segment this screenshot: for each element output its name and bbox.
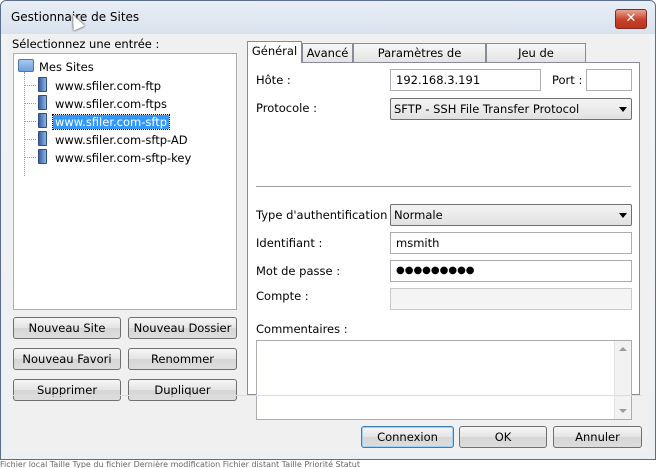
host-input[interactable]: 192.168.3.191	[390, 69, 541, 91]
tree-item-sfiler-ftps[interactable]: www.sfiler.com-ftps	[38, 95, 169, 111]
tree-item-sfiler-ftp[interactable]: www.sfiler.com-ftp	[38, 77, 163, 93]
site-manager-window: Gestionnaire de Sites ✕ Sélectionnez une…	[0, 0, 656, 460]
server-icon	[38, 95, 47, 110]
background-column-headers: Fichier local Taille Type du fichier Der…	[0, 460, 658, 468]
user-input[interactable]: msmith	[390, 232, 632, 254]
site-tree[interactable]: Mes Sites www.sfiler.com-ftp www.sfiler.…	[13, 53, 237, 310]
chevron-down-icon	[619, 107, 627, 112]
cancel-button[interactable]: Annuler	[553, 426, 642, 448]
tree-item-label: www.sfiler.com-sftp-key	[55, 151, 192, 165]
tree-line	[24, 72, 25, 176]
scroll-down-icon[interactable]	[619, 409, 627, 413]
delete-button[interactable]: Supprimer	[13, 379, 121, 401]
protocol-label: Protocole :	[256, 101, 317, 115]
tree-item-label: www.sfiler.com-ftps	[55, 97, 168, 111]
tree-line	[24, 139, 36, 140]
separator	[256, 186, 631, 188]
password-label: Mot de passe :	[256, 264, 341, 278]
close-button[interactable]: ✕	[615, 9, 647, 29]
protocol-select[interactable]: SFTP - SSH File Transfer Protocol	[390, 98, 632, 120]
account-label: Compte :	[256, 289, 309, 303]
password-input[interactable]: ●●●●●●●●●	[390, 260, 632, 282]
connect-button[interactable]: Connexion	[361, 426, 454, 448]
tab-transfer-settings[interactable]: Paramètres de transfert	[353, 43, 486, 79]
ok-button[interactable]: OK	[459, 426, 547, 448]
comments-textarea[interactable]	[256, 340, 632, 420]
close-icon: ✕	[625, 11, 637, 26]
select-entry-label: Sélectionnez une entrée :	[12, 37, 160, 51]
new-bookmark-button[interactable]: Nouveau Favori	[13, 348, 121, 370]
tree-root-my-sites[interactable]: Mes Sites	[18, 59, 96, 75]
tree-root-label: Mes Sites	[39, 60, 94, 74]
duplicate-button[interactable]: Dupliquer	[128, 379, 237, 401]
comments-scrollbar[interactable]	[614, 341, 631, 419]
tree-line	[24, 157, 36, 158]
folder-icon	[18, 59, 34, 72]
tree-item-sfiler-sftp-ad[interactable]: www.sfiler.com-sftp-AD	[38, 131, 190, 147]
footer-separator	[13, 395, 642, 396]
server-icon	[38, 131, 47, 146]
tree-item-label: www.sfiler.com-sftp-AD	[55, 133, 188, 147]
port-input[interactable]	[586, 69, 632, 91]
scroll-up-icon[interactable]	[619, 347, 627, 351]
new-folder-button[interactable]: Nouveau Dossier	[128, 317, 237, 339]
new-site-button[interactable]: Nouveau Site	[13, 317, 121, 339]
auth-type-label: Type d'authentification :	[256, 208, 395, 222]
tree-line	[24, 85, 36, 86]
tree-line	[24, 121, 36, 122]
general-panel: Hôte : 192.168.3.191 Port : Protocole : …	[247, 62, 640, 420]
auth-type-value: Normale	[394, 208, 443, 222]
comments-label: Commentaires :	[256, 322, 348, 336]
title-bar[interactable]: Gestionnaire de Sites ✕	[1, 1, 655, 34]
tab-advanced[interactable]: Avancé	[302, 43, 353, 62]
server-icon	[38, 77, 47, 92]
tree-item-label: www.sfiler.com-ftp	[55, 79, 162, 93]
account-input	[390, 288, 632, 310]
tree-line	[24, 103, 36, 104]
server-icon	[38, 113, 47, 128]
port-label: Port :	[552, 73, 583, 87]
tab-charset[interactable]: Jeu de caractères	[486, 43, 586, 79]
host-label: Hôte :	[256, 73, 291, 87]
rename-button[interactable]: Renommer	[128, 348, 237, 370]
chevron-down-icon	[619, 213, 627, 218]
tab-general[interactable]: Général	[247, 41, 302, 63]
auth-type-select[interactable]: Normale	[390, 204, 632, 226]
server-icon	[38, 149, 47, 164]
user-label: Identifiant :	[256, 236, 323, 250]
tree-item-sfiler-sftp[interactable]: www.sfiler.com-sftp	[38, 113, 171, 130]
protocol-value: SFTP - SSH File Transfer Protocol	[394, 102, 580, 116]
dialog-content: Sélectionnez une entrée : Mes Sites www.…	[7, 34, 650, 454]
tree-item-label: www.sfiler.com-sftp	[51, 114, 171, 130]
tree-item-sfiler-sftp-key[interactable]: www.sfiler.com-sftp-key	[38, 149, 193, 165]
